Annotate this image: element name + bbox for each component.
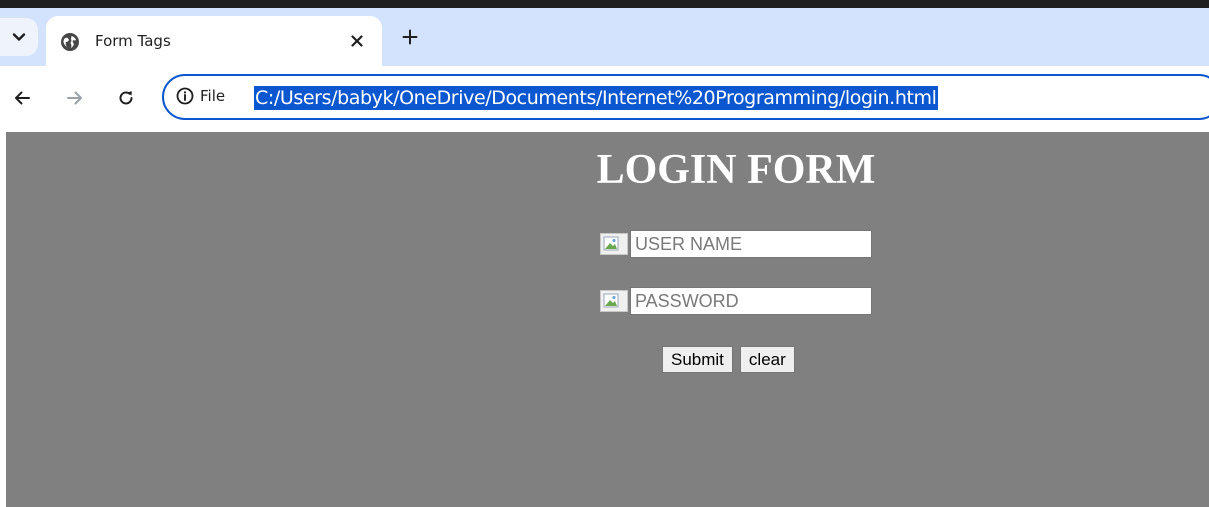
reload-icon	[119, 91, 133, 105]
clear-button[interactable]: clear	[739, 346, 795, 373]
arrow-right-icon	[67, 91, 82, 105]
forward-button[interactable]	[63, 86, 87, 110]
submit-button[interactable]: Submit	[662, 346, 733, 373]
tab-list-button[interactable]	[0, 18, 38, 56]
new-tab-button[interactable]	[398, 25, 422, 49]
site-info-button[interactable]: File	[176, 87, 225, 105]
page-title: LOGIN FORM	[596, 147, 876, 193]
tab-bar: Form Tags	[0, 8, 1209, 66]
username-input[interactable]	[630, 230, 872, 258]
arrow-left-icon	[15, 91, 30, 105]
tab-close-button[interactable]	[346, 30, 368, 52]
site-info-label: File	[200, 87, 226, 105]
tab-title: Form Tags	[95, 32, 171, 50]
address-bar[interactable]: File C:/Users/babyk/OneDrive/Documents/I…	[162, 74, 1209, 120]
plus-icon	[402, 29, 418, 45]
broken-image-icon	[600, 290, 628, 312]
password-row	[600, 287, 872, 315]
page-content: LOGIN FORM Submit clear	[6, 132, 1209, 507]
close-icon	[351, 35, 363, 47]
password-input[interactable]	[630, 287, 872, 315]
broken-image-icon	[600, 233, 628, 255]
info-icon	[176, 87, 194, 105]
address-text[interactable]: C:/Users/babyk/OneDrive/Documents/Intern…	[254, 86, 938, 110]
back-button[interactable]	[10, 86, 34, 110]
window-top-strip	[0, 0, 1209, 8]
form-buttons: Submit clear	[662, 346, 795, 373]
browser-toolbar: File C:/Users/babyk/OneDrive/Documents/I…	[0, 66, 1209, 132]
reload-button[interactable]	[114, 86, 138, 110]
tab-form-tags[interactable]: Form Tags	[46, 16, 382, 66]
username-row	[600, 230, 872, 258]
globe-icon	[61, 33, 79, 51]
chevron-down-icon	[12, 33, 26, 41]
